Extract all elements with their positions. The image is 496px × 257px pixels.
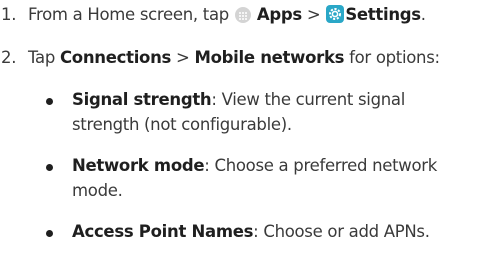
instructions: 1. From a Home screen, tap Apps > Settin… [1,5,440,241]
option-title: Access Point Names [72,222,254,241]
step-text: From a Home screen, tap [28,5,229,24]
settings-label: Settings [345,5,421,24]
separator: > [176,48,190,67]
option-title: Signal strength [72,90,212,109]
apps-grid-icon [234,7,251,23]
separator: > [306,5,321,24]
mobile-networks-label: Mobile networks [194,48,345,67]
settings-gear-icon [326,5,345,23]
option-access-point-names: Access Point Names: Choose or add APNs. [72,222,430,241]
option-network-mode: Network mode: Choose a preferred network [72,156,437,175]
bullet-icon [46,164,53,171]
option-title: Network mode [72,156,205,175]
bullet-icon [46,230,53,237]
option-description: Choose or add APNs. [263,222,430,241]
option-description-continued: mode. [72,181,123,200]
option-description: Choose a preferred network [214,156,437,175]
step-number: 2. [1,48,17,67]
apps-label: Apps [256,5,302,24]
step-number: 1. [1,5,17,24]
option-description: View the current signal [221,90,406,109]
bullet-icon [46,98,53,105]
step-text: Tap [28,48,56,67]
option-signal-strength: Signal strength: View the current signal [72,90,406,109]
connections-label: Connections [60,48,172,67]
option-description-continued: strength (not configurable). [72,115,292,134]
